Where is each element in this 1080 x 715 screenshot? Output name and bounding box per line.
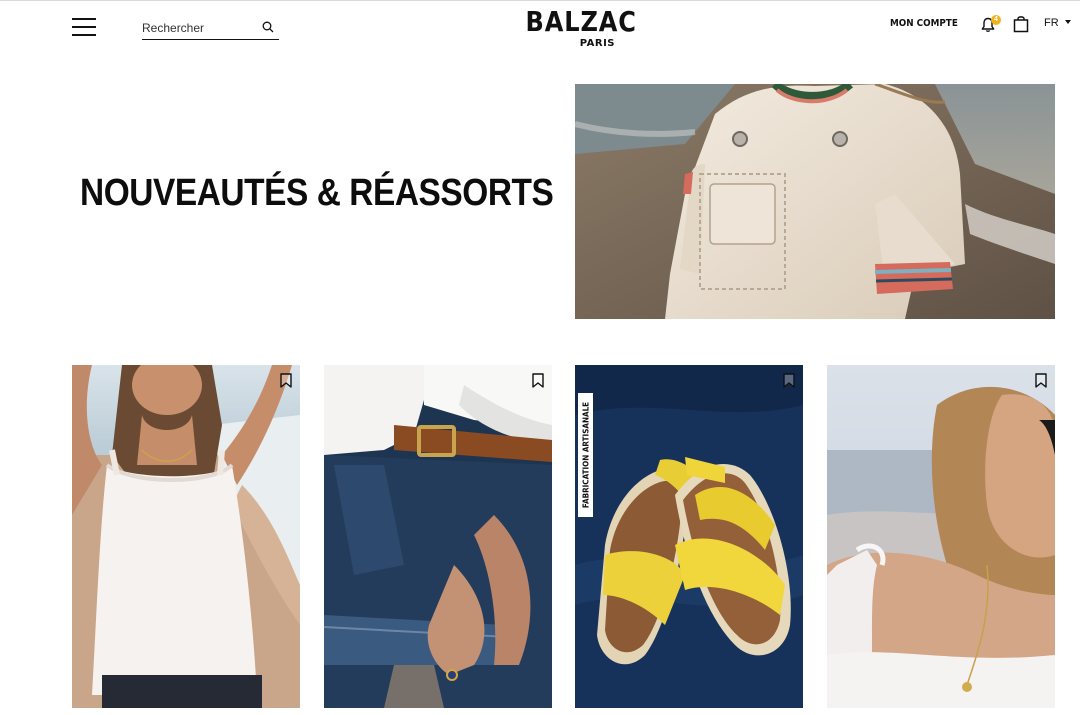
page-title: NOUVEAUTÉS & RÉASSORTS [80, 172, 554, 214]
notification-badge: 4 [991, 15, 1001, 25]
product-image [324, 365, 552, 708]
product-card[interactable]: FABRICATION ARTISANALE [575, 365, 803, 708]
notifications-button[interactable]: 4 [981, 15, 1001, 33]
account-link[interactable]: MON COMPTE [890, 18, 958, 29]
top-border [0, 0, 1080, 1]
search-input[interactable] [142, 18, 254, 37]
product-card[interactable] [72, 365, 300, 708]
brand-city: PARIS [579, 38, 615, 49]
language-selector[interactable]: FR [1044, 17, 1071, 29]
artisanal-tag-label: FABRICATION ARTISANALE [581, 401, 590, 509]
hero-image[interactable] [575, 84, 1055, 319]
hamburger-menu-icon[interactable] [72, 18, 96, 37]
product-card[interactable] [827, 365, 1055, 708]
product-image [72, 365, 300, 708]
search-bar [142, 18, 279, 40]
bookmark-icon[interactable] [783, 373, 795, 388]
brand-name: BALZAC [525, 5, 637, 38]
product-image [827, 365, 1055, 708]
search-icon[interactable] [262, 21, 274, 33]
bookmark-icon[interactable] [1035, 373, 1047, 388]
artisanal-tag: FABRICATION ARTISANALE [578, 393, 593, 517]
product-image [575, 365, 803, 708]
product-card[interactable] [324, 365, 552, 708]
language-label: FR [1044, 17, 1059, 29]
bookmark-icon[interactable] [280, 373, 292, 388]
shopping-bag-icon[interactable] [1013, 15, 1029, 33]
caret-down-icon [1064, 20, 1071, 24]
bookmark-icon[interactable] [532, 373, 544, 388]
brand-logo[interactable]: BALZAC PARIS [511, 5, 637, 50]
